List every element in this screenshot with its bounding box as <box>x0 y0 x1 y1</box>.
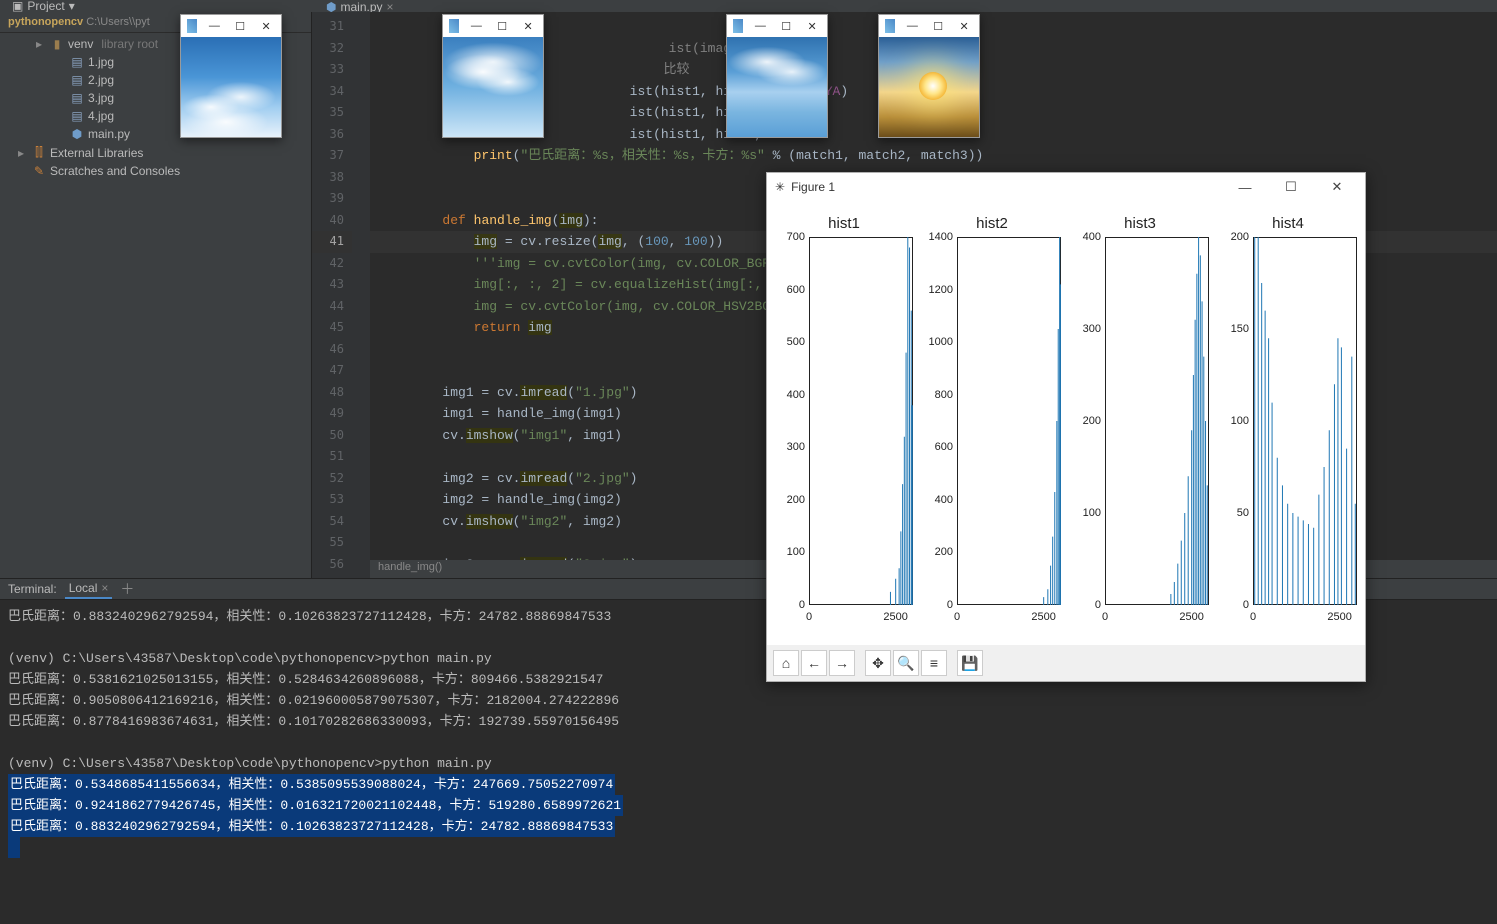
image-content <box>727 37 827 137</box>
plot-title: hist4 <box>1215 207 1361 232</box>
editor-fold-column <box>352 12 370 578</box>
window-titlebar[interactable]: — ☐ ✕ <box>727 15 827 37</box>
image-file-icon: ▤ <box>70 91 84 105</box>
maximize-button[interactable]: ☐ <box>929 20 947 33</box>
figure-app-icon: ✳ <box>775 180 785 194</box>
matplotlib-figure-window[interactable]: ✳ Figure 1 — ☐ ✕ hist1010020030040050060… <box>766 172 1366 682</box>
caret-right-icon: ▸ <box>36 37 46 51</box>
minimize-button[interactable]: — <box>903 20 921 32</box>
terminal-add-button[interactable]: ＋ <box>120 579 134 599</box>
figure-titlebar[interactable]: ✳ Figure 1 — ☐ ✕ <box>767 173 1365 201</box>
plot-title: hist3 <box>1067 207 1213 232</box>
editor-gutter: 3132333435363738394041424344454647484950… <box>312 12 352 578</box>
terminal-title: Terminal: <box>8 582 57 596</box>
close-icon[interactable]: × <box>101 581 108 595</box>
image-file-icon: ▤ <box>70 73 84 87</box>
close-button[interactable]: ✕ <box>955 20 973 33</box>
image-preview-window[interactable]: — ☐ ✕ <box>726 14 828 138</box>
window-app-icon <box>885 19 895 33</box>
home-button[interactable]: ⌂ <box>773 650 799 676</box>
window-app-icon <box>449 19 459 33</box>
tree-venv-label: venv <box>68 37 93 51</box>
histogram-subplot: hist2020040060080010001200140002500 <box>919 207 1065 635</box>
close-button[interactable]: ✕ <box>257 20 275 33</box>
image-preview-window[interactable]: — ☐ ✕ <box>442 14 544 138</box>
forward-button[interactable]: → <box>829 650 855 676</box>
maximize-button[interactable]: ☐ <box>777 20 795 33</box>
histogram-subplot: hist1010020030040050060070002500 <box>771 207 917 635</box>
maximize-button[interactable]: ☐ <box>231 20 249 33</box>
tree-external-label: External Libraries <box>50 146 143 160</box>
window-app-icon <box>733 19 743 33</box>
folder-icon: ▮ <box>50 37 64 51</box>
window-titlebar[interactable]: — ☐ ✕ <box>181 15 281 37</box>
pan-button[interactable]: ✥ <box>865 650 891 676</box>
tree-external-libs[interactable]: ▸ ⫿⫿ External Libraries <box>0 143 311 162</box>
tree-file-label: 1.jpg <box>88 55 114 69</box>
tree-venv-hint: library root <box>101 37 158 51</box>
minimize-button[interactable]: — <box>467 20 485 32</box>
library-icon: ⫿⫿ <box>32 145 46 160</box>
zoom-button[interactable]: 🔍 <box>893 650 919 676</box>
minimize-button[interactable]: — <box>205 20 223 32</box>
image-content <box>181 37 281 137</box>
histogram-subplot: hist405010015020002500 <box>1215 207 1361 635</box>
image-preview-window[interactable]: — ☐ ✕ <box>180 14 282 138</box>
ide-tabbar: ▣ Project ▾ ⬢ main.py × <box>0 0 1497 12</box>
save-button[interactable]: 💾 <box>957 650 983 676</box>
close-button[interactable]: ✕ <box>519 20 537 33</box>
tree-file-label: 2.jpg <box>88 73 114 87</box>
image-file-icon: ▤ <box>70 109 84 123</box>
image-content <box>443 37 543 137</box>
figure-toolbar: ⌂ ← → ✥ 🔍 ≡ 💾 <box>767 645 1365 681</box>
figure-canvas: hist1010020030040050060070002500hist2020… <box>767 201 1365 645</box>
maximize-button[interactable]: ☐ <box>493 20 511 33</box>
minimize-button[interactable]: — <box>1225 180 1265 195</box>
tree-file-label: main.py <box>88 127 130 141</box>
maximize-button[interactable]: ☐ <box>1271 179 1311 195</box>
image-preview-window[interactable]: — ☐ ✕ <box>878 14 980 138</box>
tree-file-label: 4.jpg <box>88 109 114 123</box>
plot-title: hist1 <box>771 207 917 232</box>
window-app-icon <box>187 19 197 33</box>
tree-file-label: 3.jpg <box>88 91 114 105</box>
tree-scratches[interactable]: ✎ Scratches and Consoles <box>0 162 311 180</box>
close-button[interactable]: ✕ <box>1317 179 1357 195</box>
window-titlebar[interactable]: — ☐ ✕ <box>879 15 979 37</box>
figure-title: Figure 1 <box>791 180 835 194</box>
minimize-button[interactable]: — <box>751 20 769 32</box>
image-content <box>879 37 979 137</box>
plot-title: hist2 <box>919 207 1065 232</box>
project-root-name: pythonopencv <box>8 16 83 28</box>
terminal-tab-label: Local <box>69 581 98 595</box>
project-root-path: C:\Users\ <box>86 16 132 28</box>
histogram-subplot: hist3010020030040002500 <box>1067 207 1213 635</box>
python-file-icon: ⬢ <box>70 127 84 141</box>
back-button[interactable]: ← <box>801 650 827 676</box>
terminal-tab-local[interactable]: Local × <box>65 579 113 599</box>
close-button[interactable]: ✕ <box>803 20 821 33</box>
breadcrumb-text: handle_img() <box>378 561 442 573</box>
scratches-icon: ✎ <box>32 164 46 178</box>
tree-scratches-label: Scratches and Consoles <box>50 164 180 178</box>
window-titlebar[interactable]: — ☐ ✕ <box>443 15 543 37</box>
image-file-icon: ▤ <box>70 55 84 69</box>
configure-button[interactable]: ≡ <box>921 650 947 676</box>
caret-right-icon: ▸ <box>18 146 28 160</box>
